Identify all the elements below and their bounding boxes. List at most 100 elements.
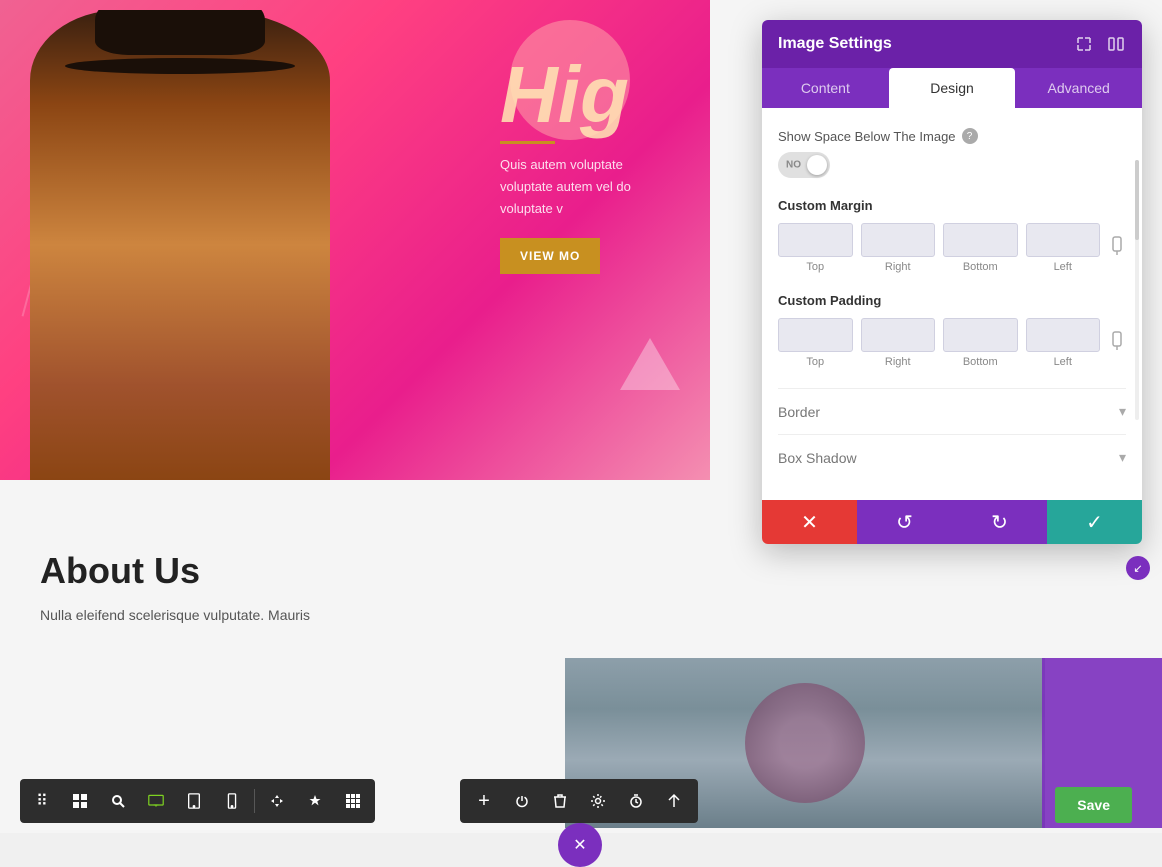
margin-right-label: Right — [885, 261, 911, 273]
hero-title: Hig — [500, 55, 670, 135]
toolbar-btn-star[interactable] — [297, 783, 333, 819]
hero-triangle — [620, 338, 680, 390]
image-settings-panel: Image Settings Content Design Advanced S… — [762, 20, 1142, 544]
footer-undo-btn[interactable]: ↺ — [857, 500, 952, 544]
center-close-button[interactable]: ✕ — [558, 823, 602, 867]
padding-bottom-wrapper: Bottom — [943, 318, 1018, 368]
box-shadow-chevron-icon: ▾ — [1119, 449, 1126, 466]
hero-text-area: Hig Quis autem voluptate voluptate autem… — [500, 55, 670, 274]
about-title: About Us — [40, 550, 520, 592]
footer-redo-btn[interactable]: ↻ — [952, 500, 1047, 544]
hero-woman-figure — [10, 10, 350, 480]
tab-content[interactable]: Content — [762, 68, 889, 108]
toolbar-btn-grid-view[interactable] — [335, 783, 371, 819]
tab-design[interactable]: Design — [889, 68, 1016, 108]
custom-padding-setting: Custom Padding Top Right Bottom Left — [778, 293, 1126, 368]
toolbar-btn-search[interactable] — [100, 783, 136, 819]
padding-right-input[interactable] — [861, 318, 936, 352]
padding-top-input[interactable] — [778, 318, 853, 352]
about-section: About Us Nulla eleifend scelerisque vulp… — [0, 520, 560, 656]
panel-title: Image Settings — [778, 35, 892, 53]
margin-left-wrapper: Left — [1026, 223, 1101, 273]
padding-right-wrapper: Right — [861, 318, 936, 368]
padding-link-icon[interactable] — [1108, 331, 1126, 356]
show-space-help[interactable]: ? — [962, 128, 978, 144]
padding-left-label: Left — [1054, 356, 1072, 368]
padding-bottom-label: Bottom — [963, 356, 998, 368]
hero-title-underline — [500, 141, 555, 144]
hero-cta-button[interactable]: VIEW MO — [500, 238, 600, 274]
hat-brim — [65, 58, 295, 74]
custom-margin-setting: Custom Margin Top Right Bottom Left — [778, 198, 1126, 273]
padding-top-wrapper: Top — [778, 318, 853, 368]
border-title: Border — [778, 404, 820, 420]
panel-scrollbar[interactable] — [1135, 160, 1139, 420]
bottom-toolbar-left: ⠿ — [20, 779, 375, 823]
toggle-track[interactable]: NO — [778, 152, 830, 178]
panel-tabs: Content Design Advanced — [762, 68, 1142, 108]
footer-confirm-icon: ✓ — [1086, 510, 1103, 535]
footer-confirm-btn[interactable]: ✓ — [1047, 500, 1142, 544]
hat-top — [95, 10, 265, 55]
person-circle — [745, 683, 865, 803]
toolbar-power-btn[interactable] — [504, 783, 540, 819]
padding-left-input[interactable] — [1026, 318, 1101, 352]
toolbar-btn-desktop[interactable] — [138, 783, 174, 819]
panel-scrollbar-thumb — [1135, 160, 1139, 240]
border-section: Border ▾ — [778, 388, 1126, 434]
about-body-text: Nulla eleifend scelerisque vulputate. Ma… — [40, 604, 520, 626]
tab-advanced[interactable]: Advanced — [1015, 68, 1142, 108]
margin-right-wrapper: Right — [861, 223, 936, 273]
action-toolbar: + — [460, 779, 698, 823]
show-space-label: Show Space Below The Image ? — [778, 128, 1126, 144]
panel-header-icons — [1074, 34, 1126, 54]
footer-close-btn[interactable]: ✕ — [762, 500, 857, 544]
box-shadow-title: Box Shadow — [778, 450, 857, 466]
toolbar-add-btn[interactable]: + — [466, 783, 502, 819]
toolbar-btn-mobile[interactable] — [214, 783, 250, 819]
panel-columns-btn[interactable] — [1106, 34, 1126, 54]
toolbar-btn-dots[interactable]: ⠿ — [24, 783, 60, 819]
margin-top-wrapper: Top — [778, 223, 853, 273]
toolbar-btn-move[interactable] — [259, 783, 295, 819]
toolbar-btn-tablet[interactable] — [176, 783, 212, 819]
box-shadow-header[interactable]: Box Shadow ▾ — [778, 449, 1126, 466]
footer-close-icon: ✕ — [801, 510, 818, 535]
toggle-knob — [807, 155, 827, 175]
padding-right-label: Right — [885, 356, 911, 368]
border-chevron-icon: ▾ — [1119, 403, 1126, 420]
margin-bottom-input[interactable] — [943, 223, 1018, 257]
margin-link-icon[interactable] — [1108, 236, 1126, 261]
margin-left-input[interactable] — [1026, 223, 1101, 257]
margin-left-label: Left — [1054, 261, 1072, 273]
panel-content: Show Space Below The Image ? NO Custom M… — [762, 108, 1142, 500]
toggle-label: NO — [786, 160, 801, 171]
footer-redo-icon: ↻ — [991, 510, 1008, 535]
show-space-setting: Show Space Below The Image ? NO — [778, 128, 1126, 178]
save-button[interactable]: Save — [1055, 787, 1132, 823]
margin-inputs: Top Right Bottom Left — [778, 223, 1126, 273]
woman-body — [30, 10, 330, 480]
margin-right-input[interactable] — [861, 223, 936, 257]
toolbar-settings-btn[interactable] — [580, 783, 616, 819]
custom-padding-title: Custom Padding — [778, 293, 1126, 308]
show-space-toggle[interactable]: NO — [778, 152, 1126, 178]
toolbar-btn-layout[interactable] — [62, 783, 98, 819]
toolbar-divider-1 — [254, 789, 255, 813]
padding-bottom-input[interactable] — [943, 318, 1018, 352]
panel-footer: ✕ ↺ ↻ ✓ — [762, 500, 1142, 544]
spacer — [0, 480, 560, 520]
padding-left-wrapper: Left — [1026, 318, 1101, 368]
toolbar-timer-btn[interactable] — [618, 783, 654, 819]
box-shadow-section: Box Shadow ▾ — [778, 434, 1126, 480]
resize-handle[interactable]: ↙ — [1126, 556, 1150, 580]
margin-top-input[interactable] — [778, 223, 853, 257]
hero-section: Hig Quis autem voluptate voluptate autem… — [0, 0, 710, 480]
panel-expand-btn[interactable] — [1074, 34, 1094, 54]
hero-subtitle: Quis autem voluptate voluptate autem vel… — [500, 154, 670, 220]
toolbar-more-btn[interactable] — [656, 783, 692, 819]
toolbar-delete-btn[interactable] — [542, 783, 578, 819]
padding-top-label: Top — [806, 356, 824, 368]
border-header[interactable]: Border ▾ — [778, 403, 1126, 420]
panel-header: Image Settings — [762, 20, 1142, 68]
